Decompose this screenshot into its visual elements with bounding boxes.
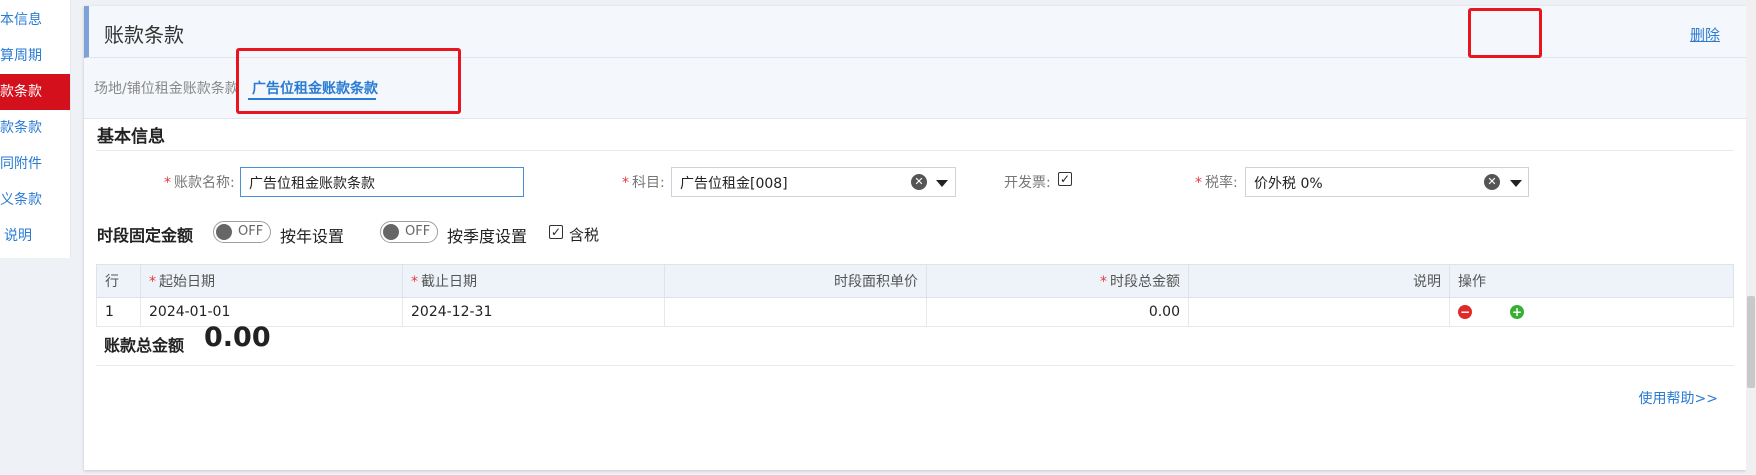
nav-item-notes[interactable]: 说明 bbox=[0, 218, 70, 254]
add-row-icon[interactable]: + bbox=[1510, 305, 1524, 319]
basic-info-title: 基本信息 bbox=[97, 127, 165, 147]
col-start-date: * 起始日期 bbox=[140, 264, 403, 298]
page-scrollbar[interactable] bbox=[1746, 0, 1756, 475]
nav-item-basic-info[interactable]: 基本信息 bbox=[0, 2, 70, 38]
col-end-date-label: 截止日期 bbox=[421, 274, 477, 290]
cell-end-date[interactable]: 2024-12-31 bbox=[402, 297, 665, 327]
help-link[interactable]: 使用帮助>> bbox=[1639, 388, 1718, 408]
invoice-checkbox[interactable]: ✓ bbox=[1058, 172, 1072, 186]
toggle-knob bbox=[383, 224, 399, 240]
period-amount-title: 时段固定金额 bbox=[97, 226, 194, 245]
clear-icon[interactable]: ✕ bbox=[1484, 174, 1500, 190]
tax-included-label: 含税 bbox=[569, 226, 600, 244]
account-name-input[interactable]: 广告位租金账款条款 bbox=[240, 167, 524, 197]
highlight-box-delete bbox=[1468, 8, 1542, 58]
tax-rate-label: * 税率: bbox=[1195, 172, 1238, 192]
name-field-label: * 账款名称: bbox=[164, 172, 235, 192]
cell-actions: − + bbox=[1449, 297, 1734, 327]
name-label-text: 账款名称: bbox=[174, 175, 235, 191]
by-quarter-toggle[interactable]: OFF bbox=[380, 221, 438, 243]
col-row: 行 bbox=[96, 264, 141, 298]
summary-divider bbox=[96, 365, 1734, 366]
total-amount-value: 0.00 bbox=[204, 322, 271, 353]
col-actions: 操作 bbox=[1449, 264, 1734, 298]
nav-item-deposit-terms[interactable]: 存款条款 bbox=[0, 110, 70, 146]
account-name-value: 广告位租金账款条款 bbox=[249, 176, 375, 192]
col-note: 说明 bbox=[1188, 264, 1450, 298]
side-navigation: 基本信息 结算周期 账款条款 存款条款 合同附件 定义条款 说明 bbox=[0, 0, 71, 258]
cell-unit-price[interactable] bbox=[664, 297, 927, 327]
nav-item-settlement-cycle[interactable]: 结算周期 bbox=[0, 38, 70, 74]
col-unit-price: 时段面积单价 bbox=[664, 264, 927, 298]
invoice-label: 开发票: bbox=[1004, 175, 1051, 191]
cell-start-date[interactable]: 2024-01-01 bbox=[140, 297, 403, 327]
table-row: 1 2024-01-01 2024-12-31 0.00 − + bbox=[96, 297, 1734, 327]
nav-item-attachments[interactable]: 合同附件 bbox=[0, 146, 70, 182]
chevron-down-icon[interactable] bbox=[936, 180, 948, 187]
by-year-toggle[interactable]: OFF bbox=[213, 221, 271, 243]
col-period-total: * 时段总金额 bbox=[926, 264, 1189, 298]
subject-field-label: * 科目: bbox=[622, 172, 665, 192]
payment-terms-panel: 账款条款 删除 场地/铺位租金账款条款 广告位租金账款条款 基本信息 * 账款名称… bbox=[84, 6, 1746, 470]
panel-title: 账款条款 bbox=[104, 23, 184, 47]
total-amount-label: 账款总金额 bbox=[104, 336, 185, 355]
col-start-date-label: 起始日期 bbox=[159, 274, 215, 290]
by-year-label: 按年设置 bbox=[280, 227, 345, 246]
required-mark: * bbox=[622, 175, 629, 191]
required-mark: * bbox=[164, 175, 171, 191]
highlight-box-tab bbox=[236, 48, 461, 114]
tax-rate-value: 价外税 0% bbox=[1254, 176, 1323, 192]
subject-select[interactable]: 广告位租金[008] ✕ bbox=[671, 167, 956, 197]
subject-value: 广告位租金[008] bbox=[680, 176, 788, 192]
toggle-state: OFF bbox=[405, 224, 431, 239]
nav-item-custom-terms[interactable]: 定义条款 bbox=[0, 182, 70, 218]
toggle-knob bbox=[216, 224, 232, 240]
tax-included-checkbox[interactable]: ✓ bbox=[549, 225, 563, 239]
required-mark: * bbox=[149, 274, 156, 290]
section-divider bbox=[96, 150, 1734, 151]
tax-rate-select[interactable]: 价外税 0% ✕ bbox=[1245, 167, 1529, 197]
tax-label-text: 税率: bbox=[1205, 175, 1238, 191]
period-amount-table: 行 * 起始日期 * 截止日期 时段面积单价 * 时段总金额 说明 操作 1 2024… bbox=[96, 264, 1734, 327]
cell-period-total[interactable]: 0.00 bbox=[926, 297, 1189, 327]
scrollbar-thumb[interactable] bbox=[1747, 296, 1755, 388]
remove-row-icon[interactable]: − bbox=[1458, 305, 1472, 319]
cell-note[interactable] bbox=[1188, 297, 1450, 327]
delete-link[interactable]: 删除 bbox=[1690, 24, 1720, 45]
required-mark: * bbox=[1100, 274, 1107, 290]
required-mark: * bbox=[1195, 175, 1202, 191]
subject-label-text: 科目: bbox=[632, 175, 665, 191]
table-header-row: 行 * 起始日期 * 截止日期 时段面积单价 * 时段总金额 说明 操作 bbox=[96, 264, 1734, 298]
tab-venue-rent-terms[interactable]: 场地/铺位租金账款条款 bbox=[94, 78, 239, 98]
col-period-total-label: 时段总金额 bbox=[1110, 274, 1180, 290]
nav-item-payment-terms[interactable]: 账款条款 bbox=[0, 74, 70, 110]
cell-row-no: 1 bbox=[96, 297, 141, 327]
clear-icon[interactable]: ✕ bbox=[911, 174, 927, 190]
by-quarter-label: 按季度设置 bbox=[447, 227, 528, 246]
required-mark: * bbox=[411, 274, 418, 290]
col-end-date: * 截止日期 bbox=[402, 264, 665, 298]
chevron-down-icon[interactable] bbox=[1510, 180, 1522, 187]
toggle-state: OFF bbox=[238, 224, 264, 239]
